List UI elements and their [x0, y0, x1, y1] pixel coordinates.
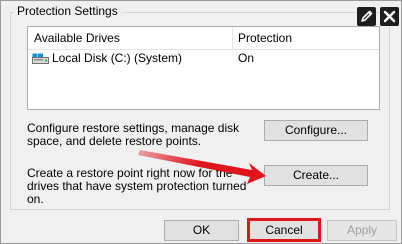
- column-header-protection[interactable]: Protection: [232, 27, 379, 49]
- close-icon: [380, 10, 399, 29]
- edit-button[interactable]: [357, 7, 376, 26]
- configure-button[interactable]: Configure...: [264, 120, 368, 141]
- hard-drive-icon: [32, 53, 49, 64]
- pencil-icon: [357, 10, 376, 29]
- apply-button[interactable]: Apply: [327, 220, 397, 241]
- column-header-drives[interactable]: Available Drives: [28, 27, 232, 49]
- create-button[interactable]: Create...: [264, 165, 368, 186]
- drive-name: Local Disk (C:) (System): [52, 51, 183, 65]
- close-button[interactable]: [380, 7, 399, 26]
- group-title: Protection Settings: [14, 4, 121, 18]
- table-header: Available Drives Protection: [28, 27, 379, 50]
- configure-description: Configure restore settings, manage disk …: [27, 121, 240, 148]
- create-description: Create a restore point right now for the…: [27, 166, 247, 206]
- cancel-highlight-box: [247, 218, 321, 242]
- ok-button[interactable]: OK: [164, 220, 239, 241]
- protection-status: On: [238, 51, 255, 65]
- drives-list: Available Drives Protection Local Disk (…: [27, 26, 380, 110]
- table-row[interactable]: Local Disk (C:) (System) On: [28, 49, 379, 67]
